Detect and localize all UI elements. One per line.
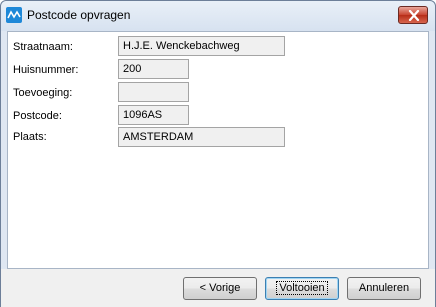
app-logo-icon <box>6 7 22 23</box>
close-button[interactable] <box>398 6 428 24</box>
window-title: Postcode opvragen <box>27 8 131 22</box>
label-straatnaam: Straatnaam: <box>13 41 73 53</box>
finish-button[interactable]: Voltooien <box>265 277 339 300</box>
dialog-window: Postcode opvragen Straatnaam: H.J.E. Wen… <box>0 0 436 307</box>
label-postcode: Postcode: <box>13 110 62 122</box>
label-huisnummer: Huisnummer: <box>13 64 79 76</box>
button-bar: < Vorige Voltooien Annuleren <box>1 269 435 307</box>
back-button[interactable]: < Vorige <box>183 277 257 300</box>
form-panel: Straatnaam: H.J.E. Wenckebachweg Huisnum… <box>7 31 429 269</box>
label-toevoeging: Toevoeging: <box>13 87 73 99</box>
finish-button-label: Voltooien <box>276 281 328 295</box>
close-icon <box>408 10 420 21</box>
huisnummer-field[interactable]: 200 <box>118 59 189 79</box>
label-plaats: Plaats: <box>13 131 47 143</box>
toevoeging-field[interactable] <box>118 82 189 102</box>
title-bar[interactable]: Postcode opvragen <box>1 1 435 31</box>
cancel-button[interactable]: Annuleren <box>347 277 421 300</box>
plaats-field[interactable]: AMSTERDAM <box>118 127 285 147</box>
postcode-field[interactable]: 1096AS <box>118 105 189 125</box>
straatnaam-field[interactable]: H.J.E. Wenckebachweg <box>118 36 285 56</box>
